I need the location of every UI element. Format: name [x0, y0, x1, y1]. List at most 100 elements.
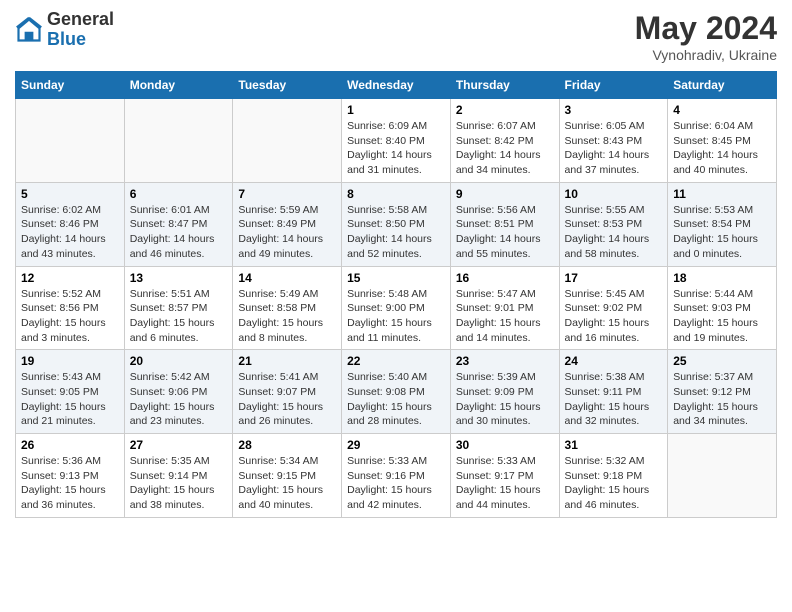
day-cell: 2Sunrise: 6:07 AMSunset: 8:42 PMDaylight… — [450, 99, 559, 183]
day-info: Sunrise: 5:55 AMSunset: 8:53 PMDaylight:… — [565, 203, 663, 262]
day-cell: 19 Sunrise: 5:43 AMSunset: 9:05 PMDayligh… — [16, 350, 125, 434]
day-cell — [124, 99, 233, 183]
day-cell: 5Sunrise: 6:02 AMSunset: 8:46 PMDaylight… — [16, 182, 125, 266]
day-info: Sunrise: 5:32 AMSunset: 9:18 PMDaylight:… — [565, 454, 663, 513]
day-number: 28 — [238, 438, 336, 452]
day-number: 18 — [673, 271, 771, 285]
title-block: May 2024 Vynohradiv, Ukraine — [635, 10, 777, 63]
day-cell: 8Sunrise: 5:58 AMSunset: 8:50 PMDaylight… — [342, 182, 451, 266]
day-cell — [16, 99, 125, 183]
day-cell: 14Sunrise: 5:49 AMSunset: 8:58 PMDayligh… — [233, 266, 342, 350]
day-info: Sunrise: 5:35 AMSunset: 9:14 PMDaylight:… — [130, 454, 228, 513]
day-number: 3 — [565, 103, 663, 117]
logo: General Blue — [15, 10, 114, 50]
day-cell — [668, 434, 777, 518]
day-cell: 31 Sunrise: 5:32 AMSunset: 9:18 PMDayligh… — [559, 434, 668, 518]
day-number: 9 — [456, 187, 554, 201]
day-cell: 12Sunrise: 5:52 AMSunset: 8:56 PMDayligh… — [16, 266, 125, 350]
weekday-header-wednesday: Wednesday — [342, 72, 451, 99]
weekday-header-saturday: Saturday — [668, 72, 777, 99]
day-number: 30 — [456, 438, 554, 452]
weekday-header-thursday: Thursday — [450, 72, 559, 99]
day-number: 26 — [21, 438, 119, 452]
day-cell: 3 Sunrise: 6:05 AMSunset: 8:43 PMDaylight… — [559, 99, 668, 183]
day-number: 15 — [347, 271, 445, 285]
day-cell: 10 Sunrise: 5:55 AMSunset: 8:53 PMDayligh… — [559, 182, 668, 266]
week-row-1: 1 Sunrise: 6:09 AMSunset: 8:40 PMDaylight… — [16, 99, 777, 183]
day-info: Sunrise: 5:56 AMSunset: 8:51 PMDaylight:… — [456, 203, 554, 262]
day-cell: 18 Sunrise: 5:44 AMSunset: 9:03 PMDayligh… — [668, 266, 777, 350]
day-info: Sunrise: 5:51 AMSunset: 8:57 PMDaylight:… — [130, 287, 228, 346]
day-cell: 11Sunrise: 5:53 AMSunset: 8:54 PMDayligh… — [668, 182, 777, 266]
day-number: 25 — [673, 354, 771, 368]
day-cell: 22 Sunrise: 5:40 AMSunset: 9:08 PMDayligh… — [342, 350, 451, 434]
day-number: 7 — [238, 187, 336, 201]
calendar-table: SundayMondayTuesdayWednesdayThursdayFrid… — [15, 71, 777, 518]
day-info: Sunrise: 5:44 AMSunset: 9:03 PMDaylight:… — [673, 287, 771, 346]
day-number: 1 — [347, 103, 445, 117]
day-cell: 6 Sunrise: 6:01 AMSunset: 8:47 PMDaylight… — [124, 182, 233, 266]
day-info: Sunrise: 5:48 AMSunset: 9:00 PMDaylight:… — [347, 287, 445, 346]
weekday-header-tuesday: Tuesday — [233, 72, 342, 99]
day-info: Sunrise: 5:38 AMSunset: 9:11 PMDaylight:… — [565, 370, 663, 429]
day-number: 20 — [130, 354, 228, 368]
day-number: 23 — [456, 354, 554, 368]
week-row-3: 12Sunrise: 5:52 AMSunset: 8:56 PMDayligh… — [16, 266, 777, 350]
day-info: Sunrise: 5:33 AMSunset: 9:16 PMDaylight:… — [347, 454, 445, 513]
weekday-header-sunday: Sunday — [16, 72, 125, 99]
day-info: Sunrise: 5:52 AMSunset: 8:56 PMDaylight:… — [21, 287, 119, 346]
logo-blue: Blue — [47, 30, 114, 50]
day-info: Sunrise: 5:34 AMSunset: 9:15 PMDaylight:… — [238, 454, 336, 513]
week-row-2: 5Sunrise: 6:02 AMSunset: 8:46 PMDaylight… — [16, 182, 777, 266]
day-info: Sunrise: 6:01 AMSunset: 8:47 PMDaylight:… — [130, 203, 228, 262]
day-number: 29 — [347, 438, 445, 452]
day-cell — [233, 99, 342, 183]
day-cell: 17 Sunrise: 5:45 AMSunset: 9:02 PMDayligh… — [559, 266, 668, 350]
day-info: Sunrise: 5:41 AMSunset: 9:07 PMDaylight:… — [238, 370, 336, 429]
week-row-5: 26Sunrise: 5:36 AMSunset: 9:13 PMDayligh… — [16, 434, 777, 518]
weekday-header-row: SundayMondayTuesdayWednesdayThursdayFrid… — [16, 72, 777, 99]
day-number: 19 — [21, 354, 119, 368]
day-cell: 7 Sunrise: 5:59 AMSunset: 8:49 PMDaylight… — [233, 182, 342, 266]
day-cell: 24 Sunrise: 5:38 AMSunset: 9:11 PMDayligh… — [559, 350, 668, 434]
page-header: General Blue May 2024 Vynohradiv, Ukrain… — [15, 10, 777, 63]
day-number: 16 — [456, 271, 554, 285]
day-cell: 23Sunrise: 5:39 AMSunset: 9:09 PMDayligh… — [450, 350, 559, 434]
day-number: 6 — [130, 187, 228, 201]
day-info: Sunrise: 5:42 AMSunset: 9:06 PMDaylight:… — [130, 370, 228, 429]
day-cell: 13 Sunrise: 5:51 AMSunset: 8:57 PMDayligh… — [124, 266, 233, 350]
day-info: Sunrise: 5:59 AMSunset: 8:49 PMDaylight:… — [238, 203, 336, 262]
day-info: Sunrise: 5:45 AMSunset: 9:02 PMDaylight:… — [565, 287, 663, 346]
day-number: 13 — [130, 271, 228, 285]
day-cell: 29 Sunrise: 5:33 AMSunset: 9:16 PMDayligh… — [342, 434, 451, 518]
day-number: 24 — [565, 354, 663, 368]
day-info: Sunrise: 5:40 AMSunset: 9:08 PMDaylight:… — [347, 370, 445, 429]
day-info: Sunrise: 5:53 AMSunset: 8:54 PMDaylight:… — [673, 203, 771, 262]
day-info: Sunrise: 6:05 AMSunset: 8:43 PMDaylight:… — [565, 119, 663, 178]
day-info: Sunrise: 5:33 AMSunset: 9:17 PMDaylight:… — [456, 454, 554, 513]
day-info: Sunrise: 5:43 AMSunset: 9:05 PMDaylight:… — [21, 370, 119, 429]
day-number: 10 — [565, 187, 663, 201]
day-info: Sunrise: 6:09 AMSunset: 8:40 PMDaylight:… — [347, 119, 445, 178]
day-cell: 26Sunrise: 5:36 AMSunset: 9:13 PMDayligh… — [16, 434, 125, 518]
day-cell: 15 Sunrise: 5:48 AMSunset: 9:00 PMDayligh… — [342, 266, 451, 350]
day-number: 22 — [347, 354, 445, 368]
day-cell: 21 Sunrise: 5:41 AMSunset: 9:07 PMDayligh… — [233, 350, 342, 434]
day-info: Sunrise: 6:02 AMSunset: 8:46 PMDaylight:… — [21, 203, 119, 262]
day-number: 17 — [565, 271, 663, 285]
day-info: Sunrise: 5:47 AMSunset: 9:01 PMDaylight:… — [456, 287, 554, 346]
day-cell: 30 Sunrise: 5:33 AMSunset: 9:17 PMDayligh… — [450, 434, 559, 518]
day-cell: 27Sunrise: 5:35 AMSunset: 9:14 PMDayligh… — [124, 434, 233, 518]
day-cell: 28 Sunrise: 5:34 AMSunset: 9:15 PMDayligh… — [233, 434, 342, 518]
day-cell: 1 Sunrise: 6:09 AMSunset: 8:40 PMDaylight… — [342, 99, 451, 183]
day-cell: 25Sunrise: 5:37 AMSunset: 9:12 PMDayligh… — [668, 350, 777, 434]
day-number: 14 — [238, 271, 336, 285]
day-number: 8 — [347, 187, 445, 201]
day-info: Sunrise: 6:07 AMSunset: 8:42 PMDaylight:… — [456, 119, 554, 178]
weekday-header-monday: Monday — [124, 72, 233, 99]
day-cell: 16 Sunrise: 5:47 AMSunset: 9:01 PMDayligh… — [450, 266, 559, 350]
day-number: 21 — [238, 354, 336, 368]
logo-icon — [15, 16, 43, 44]
week-row-4: 19 Sunrise: 5:43 AMSunset: 9:05 PMDayligh… — [16, 350, 777, 434]
day-number: 31 — [565, 438, 663, 452]
